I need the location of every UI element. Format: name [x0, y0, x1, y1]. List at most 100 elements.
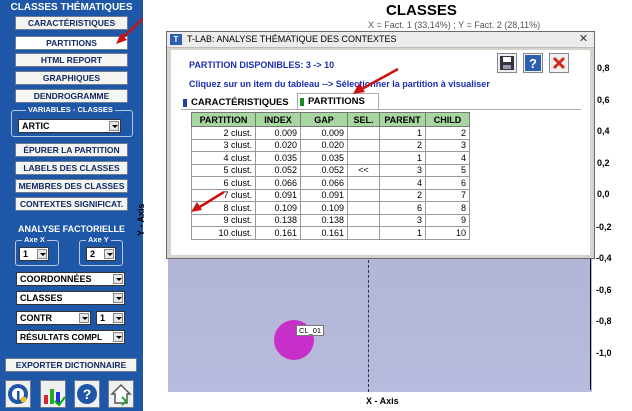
epurer-partition-button[interactable]: ÉPURER LA PARTITION — [15, 143, 128, 157]
axe-x-select[interactable]: 1 — [19, 247, 49, 261]
y-tick: 0,2 — [597, 158, 610, 168]
column-header[interactable]: GAP — [300, 112, 348, 127]
table-cell: 4 — [379, 176, 426, 190]
dendrogramme-button[interactable]: DENDROGRAMME — [15, 89, 128, 103]
save-button[interactable] — [497, 53, 517, 73]
contr-number-select[interactable]: 1 — [96, 311, 125, 325]
classes-select[interactable]: CLASSES — [16, 291, 125, 305]
help-button[interactable]: ? — [523, 53, 543, 73]
y-axis-label: Y - Axis — [136, 203, 146, 236]
table-cell: 0.091 — [300, 188, 348, 202]
table-cell: 0.066 — [300, 176, 348, 190]
close-button[interactable] — [549, 53, 569, 73]
info-icon — [8, 384, 28, 404]
panel-title: CLASSES THÉMATIQUES — [10, 2, 133, 13]
chevron-down-icon — [113, 332, 123, 342]
table-row[interactable]: 5 clust. 0.052 0.052 << 3 5 — [191, 163, 470, 177]
table-row[interactable]: 7 clust. 0.091 0.091 2 7 — [191, 188, 470, 202]
axe-y-value: 2 — [90, 249, 96, 259]
y-tick: 0,8 — [597, 63, 610, 73]
floppy-disk-icon — [500, 56, 514, 70]
contextes-significatifs-button[interactable]: CONTEXTES SIGNIFICAT. — [15, 197, 128, 211]
membres-classes-button[interactable]: MEMBRES DES CLASSES — [15, 179, 128, 193]
coordonnees-value: COORDONNÉES — [20, 274, 92, 284]
tab-marker-icon — [183, 99, 187, 107]
table-cell — [347, 126, 380, 140]
table-cell: 0.138 — [300, 213, 348, 227]
y-tick: -0,8 — [596, 316, 612, 326]
close-icon — [552, 56, 566, 70]
table-row[interactable]: 9 clust. 0.138 0.138 3 9 — [191, 213, 470, 227]
table-cell: 0.138 — [255, 213, 301, 227]
chevron-down-icon — [104, 249, 114, 259]
info-button[interactable] — [5, 380, 31, 408]
coordonnees-select[interactable]: COORDONNÉES — [16, 272, 125, 286]
plot-background — [168, 255, 592, 392]
table-row[interactable]: 6 clust. 0.066 0.066 4 6 — [191, 176, 470, 190]
svg-text:?: ? — [83, 386, 92, 402]
chevron-down-icon — [113, 293, 123, 303]
table-cell: 6 — [425, 176, 470, 190]
table-cell: 3 clust. — [191, 138, 256, 152]
table-cell: 0.109 — [300, 201, 348, 215]
home-button[interactable] — [108, 380, 134, 408]
table-cell: 5 — [425, 163, 470, 177]
column-header[interactable]: PARTITION — [191, 112, 256, 127]
exporter-dictionnaire-button[interactable]: EXPORTER DICTIONNAIRE — [5, 358, 137, 372]
chart-title: CLASSES — [386, 2, 457, 19]
table-cell: 0.052 — [255, 163, 301, 177]
table-row[interactable]: 3 clust. 0.020 0.020 2 3 — [191, 138, 470, 152]
column-header[interactable]: PARENT — [379, 112, 426, 127]
help-button[interactable]: ? — [74, 380, 100, 408]
variable-select-value: ARTIC — [22, 121, 50, 131]
graphiques-button[interactable]: GRAPHIQUES — [15, 71, 128, 85]
y-tick: 0,0 — [597, 189, 610, 199]
column-header[interactable]: CHILD — [425, 112, 470, 127]
table-cell: 0.091 — [255, 188, 301, 202]
pointer-arrow — [191, 190, 225, 212]
variables-label: VARIABLES - CLASSES — [26, 105, 115, 114]
column-header[interactable]: INDEX — [255, 112, 301, 127]
analyse-factorielle-title: ANALYSE FACTORIELLE — [17, 224, 125, 234]
partitions-available-text: PARTITION DISPONIBLES: 3 -> 10 — [189, 60, 335, 70]
classes-value: CLASSES — [20, 293, 63, 303]
table-cell: 3 — [379, 213, 426, 227]
table-cell: 5 clust. — [191, 163, 256, 177]
table-cell: 0.035 — [300, 151, 348, 165]
axe-y-select[interactable]: 2 — [86, 247, 116, 261]
labels-classes-button[interactable]: LABELS DES CLASSES — [15, 161, 128, 175]
table-cell: 2 clust. — [191, 126, 256, 140]
table-cell: 0.009 — [300, 126, 348, 140]
chevron-down-icon — [79, 313, 89, 323]
tab-partitions-label: PARTITIONS — [308, 96, 365, 107]
table-cell: 0.066 — [255, 176, 301, 190]
y-tick: -0,6 — [596, 285, 612, 295]
table-row[interactable]: 8 clust. 0.109 0.109 6 8 — [191, 201, 470, 215]
table-row[interactable]: 2 clust. 0.009 0.009 1 2 — [191, 126, 470, 140]
chart-subtitle: X = Fact. 1 (33,14%) ; Y = Fact. 2 (28,1… — [368, 20, 541, 30]
cluster-point-label: CL_01 — [296, 325, 325, 336]
resultats-value: RÉSULTATS COMPL — [20, 332, 103, 342]
table-row[interactable]: 10 clust. 0.161 0.161 1 10 — [191, 226, 470, 240]
close-icon[interactable]: ✕ — [576, 33, 591, 46]
table-cell: 2 — [379, 138, 426, 152]
variable-select[interactable]: ARTIC — [18, 119, 121, 133]
table-cell: 1 — [379, 226, 426, 240]
contr-select[interactable]: CONTR — [16, 311, 91, 325]
table-cell — [347, 151, 380, 165]
chart-button[interactable] — [40, 380, 66, 408]
tlab-logo-icon: T — [170, 34, 182, 45]
column-header[interactable]: SEL. — [347, 112, 380, 127]
table-row[interactable]: 4 clust. 0.035 0.035 1 4 — [191, 151, 470, 165]
table-cell: 2 — [425, 126, 470, 140]
html-report-button[interactable]: HTML REPORT — [15, 53, 128, 67]
table-cell: 0.020 — [255, 138, 301, 152]
resultats-select[interactable]: RÉSULTATS COMPL — [16, 330, 125, 344]
table-cell — [347, 138, 380, 152]
table-cell: 0.052 — [300, 163, 348, 177]
tab-caracteristiques-label: CARACTÉRISTIQUES — [191, 97, 289, 108]
dialog-titlebar: T T-LAB: ANALYSE THÉMATIQUE DES CONTEXTE… — [167, 32, 594, 48]
svg-text:?: ? — [529, 56, 537, 71]
table-cell: 0.109 — [255, 201, 301, 215]
contr-value: CONTR — [20, 313, 52, 323]
